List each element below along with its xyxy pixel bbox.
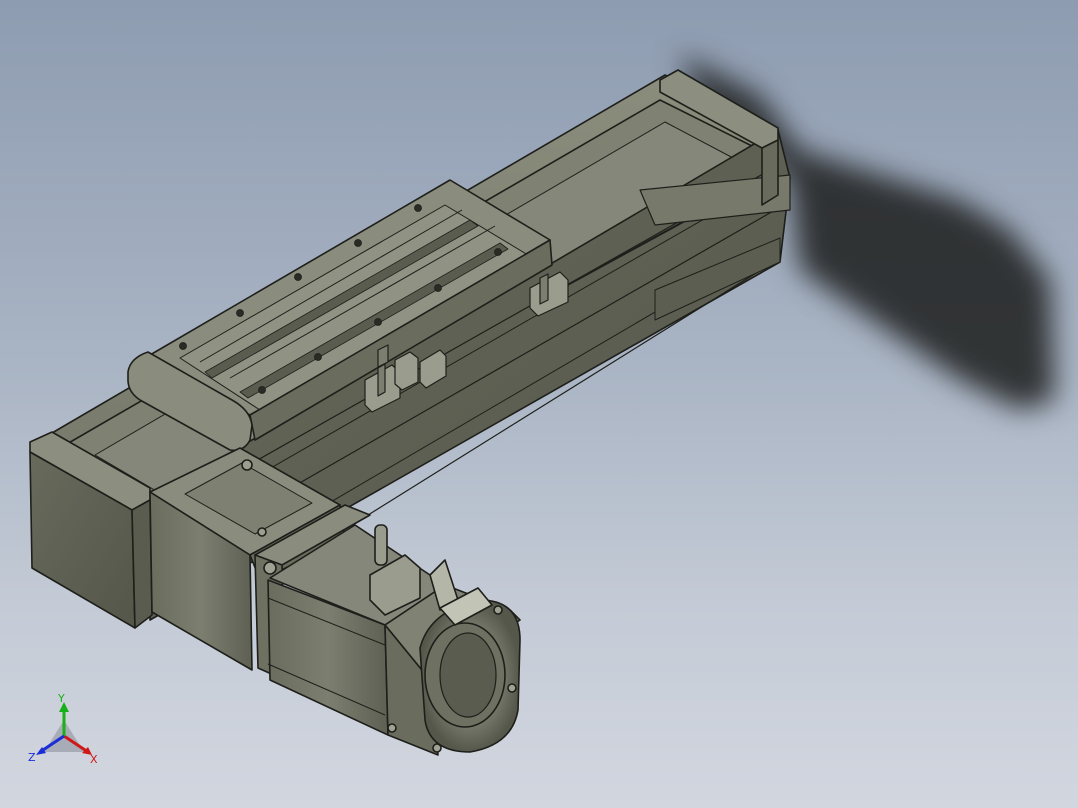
triad-x-label: X (90, 753, 98, 766)
triad-z-label: Z (28, 751, 36, 764)
view-orientation-triad[interactable]: Y X Z (22, 690, 112, 770)
triad-y-label: Y (57, 692, 65, 705)
servo-motor[interactable] (267, 524, 521, 756)
graphics-viewport[interactable]: Y X Z (0, 0, 1078, 808)
linear-actuator-model[interactable] (0, 0, 1078, 808)
